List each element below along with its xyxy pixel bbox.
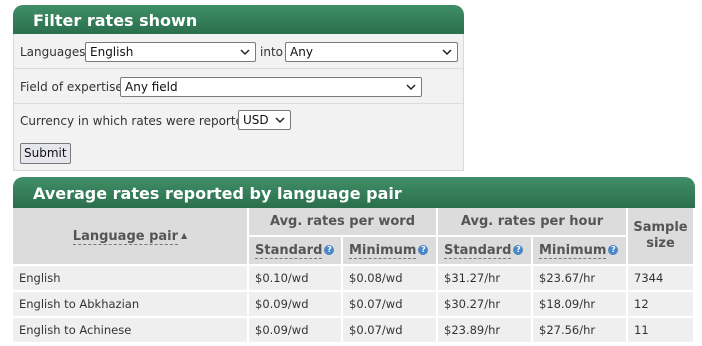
word-minimum-cell: $0.07/wd xyxy=(343,292,438,318)
language-pair-header-label: Language pair xyxy=(72,228,179,245)
word-minimum-cell: $0.08/wd xyxy=(343,266,438,292)
help-icon[interactable]: ? xyxy=(418,245,429,255)
submit-button[interactable]: Submit xyxy=(20,143,71,164)
hour-standard-cell: $23.89/hr xyxy=(438,318,533,344)
word-minimum-cell: $0.07/wd xyxy=(343,318,438,344)
languages-row: Languages: English into Any xyxy=(14,34,463,69)
chevron-down-icon xyxy=(442,49,452,56)
word-standard-header[interactable]: Standard? xyxy=(249,237,343,266)
per-word-header: Avg. rates per word xyxy=(249,208,438,237)
language-pair-cell: English to Abkhazian xyxy=(13,292,249,318)
languages-label: Languages: xyxy=(20,45,90,59)
filter-panel: Languages: English into Any Field of exp… xyxy=(13,34,464,171)
sample-size-cell: 12 xyxy=(628,292,695,318)
word-standard-cell: $0.09/wd xyxy=(249,292,343,318)
currency-row: Currency in which rates were reported: U… xyxy=(14,104,463,137)
chevron-down-icon xyxy=(275,117,285,124)
sample-size-cell: 7344 xyxy=(628,266,695,292)
chevron-down-icon xyxy=(240,49,250,56)
target-language-value: Any xyxy=(290,45,313,59)
hour-minimum-cell: $23.67/hr xyxy=(533,266,628,292)
help-icon[interactable]: ? xyxy=(324,245,335,255)
word-standard-cell: $0.10/wd xyxy=(249,266,343,292)
currency-select[interactable]: USD xyxy=(238,110,291,130)
table-row: English to Abkhazian $0.09/wd $0.07/wd $… xyxy=(13,292,695,318)
field-label: Field of expertise: xyxy=(20,80,127,94)
rates-panel-title: Average rates reported by language pair xyxy=(13,177,695,208)
hour-standard-cell: $31.27/hr xyxy=(438,266,533,292)
filter-panel-title: Filter rates shown xyxy=(13,5,464,34)
table-row: English $0.10/wd $0.08/wd $31.27/hr $23.… xyxy=(13,266,695,292)
field-value: Any field xyxy=(125,80,178,94)
field-select[interactable]: Any field xyxy=(120,77,422,97)
language-pair-header[interactable]: Language pair ▲ xyxy=(13,208,249,266)
per-hour-header: Avg. rates per hour xyxy=(438,208,628,237)
into-label: into xyxy=(260,45,283,59)
hour-standard-cell: $30.27/hr xyxy=(438,292,533,318)
language-pair-cell: English xyxy=(13,266,249,292)
word-minimum-label: Minimum xyxy=(349,243,417,259)
hour-minimum-cell: $18.09/hr xyxy=(533,292,628,318)
hour-minimum-label: Minimum xyxy=(539,243,607,259)
source-language-value: English xyxy=(90,45,134,59)
sample-size-cell: 11 xyxy=(628,318,695,344)
target-language-select[interactable]: Any xyxy=(285,42,458,62)
currency-label: Currency in which rates were reported: xyxy=(20,114,255,128)
help-icon[interactable]: ? xyxy=(608,245,619,255)
sample-size-header-line1: Sample xyxy=(633,220,688,235)
table-row: English to Achinese $0.09/wd $0.07/wd $2… xyxy=(13,318,695,344)
sort-ascending-icon: ▲ xyxy=(181,230,188,240)
rates-table: Language pair ▲ Avg. rates per word Avg. … xyxy=(13,208,695,344)
word-standard-cell: $0.09/wd xyxy=(249,318,343,344)
source-language-select[interactable]: English xyxy=(85,42,256,62)
sample-size-header: Sample size xyxy=(628,208,695,266)
chevron-down-icon xyxy=(406,84,416,91)
help-icon[interactable]: ? xyxy=(513,245,524,255)
field-row: Field of expertise: Any field xyxy=(14,69,463,104)
language-pair-cell: English to Achinese xyxy=(13,318,249,344)
hour-minimum-header[interactable]: Minimum? xyxy=(533,237,628,266)
sample-size-header-line2: size xyxy=(646,236,675,251)
currency-value: USD xyxy=(243,113,269,127)
hour-standard-label: Standard xyxy=(444,243,512,259)
hour-standard-header[interactable]: Standard? xyxy=(438,237,533,266)
hour-minimum-cell: $27.56/hr xyxy=(533,318,628,344)
word-minimum-header[interactable]: Minimum? xyxy=(343,237,438,266)
word-standard-label: Standard xyxy=(255,243,323,259)
